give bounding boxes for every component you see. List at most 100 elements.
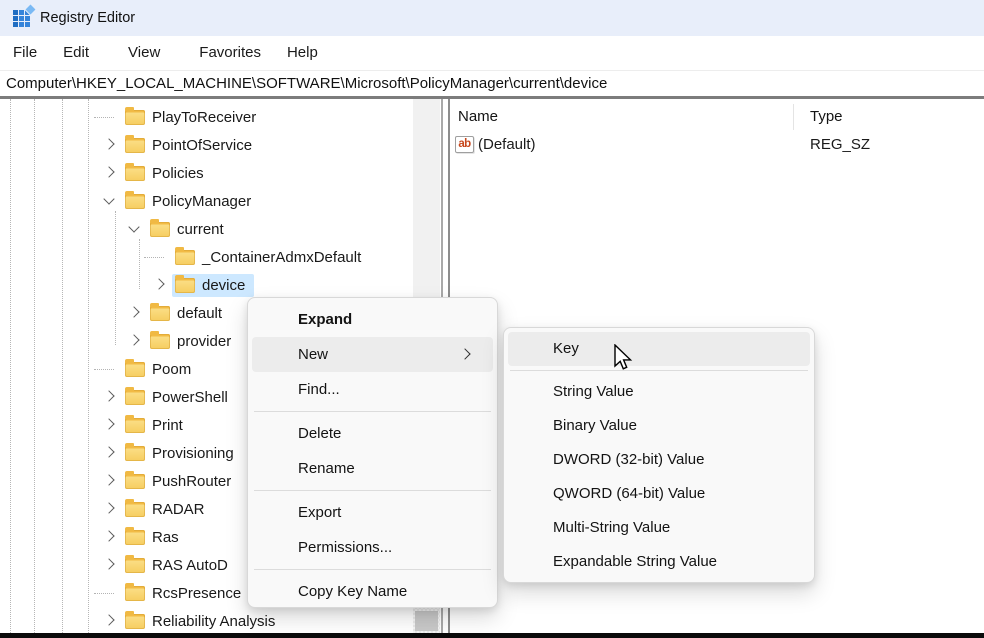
tree-item-label: Policies: [152, 165, 204, 182]
tree-item-label: default: [177, 305, 222, 322]
folder-icon: [125, 558, 145, 573]
tree-item[interactable]: PlayToReceiver: [0, 103, 413, 131]
list-header-row: Name Type: [450, 99, 984, 133]
value-row[interactable]: (Default) REG_SZ: [450, 133, 984, 161]
context-menu-item-label: Permissions...: [298, 539, 392, 556]
chevron-icon[interactable]: [127, 333, 147, 349]
folder-icon: [125, 502, 145, 517]
tree-item[interactable]: device: [0, 271, 413, 299]
window-title: Registry Editor: [40, 10, 135, 26]
chevron-icon[interactable]: [102, 417, 122, 433]
menubar-item[interactable]: View: [115, 36, 173, 70]
chevron-icon[interactable]: [102, 557, 122, 573]
tree-item[interactable]: _ContainerAdmxDefault: [0, 243, 413, 271]
chevron-icon[interactable]: [102, 501, 122, 517]
submenu-item-label: Multi-String Value: [553, 519, 670, 536]
folder-icon: [125, 110, 145, 125]
window-bottom-edge: [0, 633, 984, 638]
chevron-icon[interactable]: [102, 613, 122, 629]
tree-item-label: Ras: [152, 529, 179, 546]
chevron-icon[interactable]: [102, 137, 122, 153]
tree-item-label: PolicyManager: [152, 193, 251, 210]
tree-item[interactable]: PolicyManager: [0, 187, 413, 215]
context-menu-item[interactable]: Copy Key Name: [252, 574, 493, 609]
submenu-item[interactable]: DWORD (32-bit) Value: [508, 443, 810, 477]
title-bar[interactable]: Registry Editor: [0, 0, 984, 36]
scrollbar-thumb[interactable]: [413, 99, 440, 297]
address-bar[interactable]: [0, 71, 984, 96]
menu-bar: File Edit View Favorites Help: [0, 36, 984, 71]
folder-icon: [150, 334, 170, 349]
tree-item-label: RcsPresence: [152, 585, 241, 602]
string-value-icon: [455, 136, 474, 153]
chevron-icon[interactable]: [102, 361, 122, 377]
submenu-item[interactable]: Multi-String Value: [508, 511, 810, 545]
chevron-icon[interactable]: [102, 165, 122, 181]
context-menu-item[interactable]: Expand: [252, 302, 493, 337]
tree-item[interactable]: Reliability Analysis: [0, 607, 413, 633]
tree-item[interactable]: Policies: [0, 159, 413, 187]
submenu-item-label: Binary Value: [553, 417, 637, 434]
submenu-item-label: Expandable String Value: [553, 553, 717, 570]
submenu-item[interactable]: Binary Value: [508, 409, 810, 443]
context-menu-item[interactable]: Delete: [252, 416, 493, 451]
tree-item-label: Reliability Analysis: [152, 613, 275, 630]
folder-icon: [125, 446, 145, 461]
menu-separator: [254, 569, 491, 570]
tree-item[interactable]: PointOfService: [0, 131, 413, 159]
submenu-item[interactable]: String Value: [508, 375, 810, 409]
submenu-item[interactable]: QWORD (64-bit) Value: [508, 477, 810, 511]
menu-separator: [254, 411, 491, 412]
context-menu-item[interactable]: Rename: [252, 451, 493, 486]
tree-item-label: _ContainerAdmxDefault: [202, 249, 361, 266]
chevron-icon[interactable]: [102, 529, 122, 545]
chevron-icon[interactable]: [102, 473, 122, 489]
folder-icon: [125, 138, 145, 153]
chevron-icon[interactable]: [127, 305, 147, 321]
menubar-item[interactable]: Edit: [50, 36, 102, 70]
submenu-item[interactable]: Expandable String Value: [508, 545, 810, 579]
folder-icon: [125, 530, 145, 545]
tree-item-label: PlayToReceiver: [152, 109, 256, 126]
chevron-icon[interactable]: [152, 277, 172, 293]
tree-item-label: Poom: [152, 361, 191, 378]
context-menu-item-label: Rename: [298, 460, 355, 477]
context-menu-item[interactable]: New: [252, 337, 493, 372]
submenu-item-label: DWORD (32-bit) Value: [553, 451, 704, 468]
mouse-cursor: [613, 344, 637, 374]
column-header-type[interactable]: Type: [810, 108, 843, 125]
chevron-icon[interactable]: [102, 109, 122, 125]
submenu-item[interactable]: Key: [508, 332, 810, 366]
scrollbar-down-button[interactable]: [415, 611, 438, 631]
menubar-item[interactable]: Help: [274, 36, 331, 70]
context-menu-item[interactable]: Permissions...: [252, 530, 493, 565]
tree-item-label: Provisioning: [152, 445, 234, 462]
submenu-item-label: QWORD (64-bit) Value: [553, 485, 705, 502]
context-menu: Expand New Find... Delete Rename: [247, 297, 498, 608]
tree-item-label: RADAR: [152, 501, 205, 518]
folder-icon: [125, 586, 145, 601]
menubar-item[interactable]: File: [0, 36, 50, 70]
column-divider[interactable]: [793, 104, 794, 130]
menubar-item[interactable]: Favorites: [186, 36, 274, 70]
submenu-arrow-icon: [459, 348, 470, 359]
address-input[interactable]: [0, 71, 984, 96]
tree-item-label: PointOfService: [152, 137, 252, 154]
context-menu-item[interactable]: Export: [252, 495, 493, 530]
column-header-name[interactable]: Name: [458, 108, 498, 125]
chevron-icon[interactable]: [127, 221, 147, 237]
chevron-icon[interactable]: [102, 193, 122, 209]
folder-icon: [125, 362, 145, 377]
context-menu-item-label: New: [298, 346, 328, 363]
tree-item-label: RAS AutoD: [152, 557, 228, 574]
chevron-icon[interactable]: [152, 249, 172, 265]
tree-item-label: provider: [177, 333, 231, 350]
context-menu-item[interactable]: Find...: [252, 372, 493, 407]
chevron-icon[interactable]: [102, 389, 122, 405]
folder-icon: [125, 166, 145, 181]
chevron-icon[interactable]: [102, 585, 122, 601]
menu-separator: [254, 490, 491, 491]
tree-item[interactable]: current: [0, 215, 413, 243]
context-menu-item-label: Expand: [298, 311, 352, 328]
chevron-icon[interactable]: [102, 445, 122, 461]
